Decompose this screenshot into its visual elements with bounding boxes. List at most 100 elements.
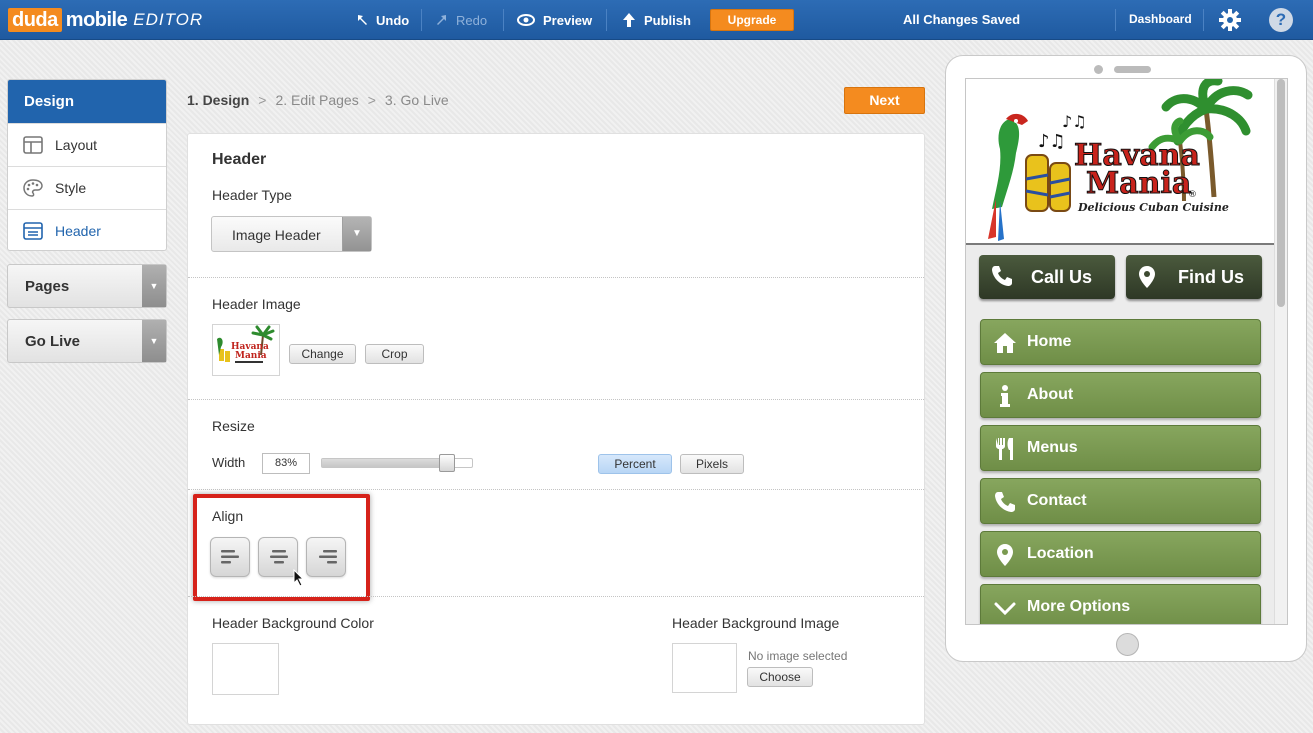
svg-text:Mania: Mania <box>235 351 267 361</box>
publish-label: Publish <box>644 12 691 28</box>
bg-image-label: Header Background Image <box>672 615 840 631</box>
svg-text:♪♫: ♪♫ <box>1062 112 1087 131</box>
mobile-preview-screen[interactable]: ♪♫ ♪♫ Havana Mania ® Delicious Cuban Cui… <box>965 78 1288 625</box>
phone-speaker <box>1114 66 1151 73</box>
gear-icon[interactable] <box>1218 8 1242 32</box>
chevron-down-icon <box>994 602 1016 616</box>
redo-label: Redo <box>456 12 488 28</box>
undo-label: Undo <box>376 12 410 28</box>
phone-home-button[interactable] <box>1116 633 1139 656</box>
sidebar-item-label: Layout <box>55 137 98 153</box>
section-divider <box>188 277 924 278</box>
step-go-live[interactable]: 3. Go Live <box>385 92 449 108</box>
location-pin-icon <box>997 544 1013 566</box>
menu-item-label: More Options <box>1027 598 1131 615</box>
location-pin-icon <box>1139 266 1155 288</box>
header-type-value: Image Header <box>232 227 321 243</box>
sidebar-item-label: Style <box>55 180 87 196</box>
home-icon <box>994 333 1016 353</box>
redo-button[interactable]: Redo <box>436 0 487 40</box>
logo-mobile-text: mobile <box>65 8 128 31</box>
section-divider <box>188 399 924 400</box>
svg-text:®: ® <box>1188 190 1197 200</box>
logo-editor-text: EDITOR <box>133 10 204 29</box>
phone-icon <box>995 492 1015 512</box>
dashboard-link[interactable]: Dashboard <box>1129 12 1192 26</box>
design-panel: Design Layout Style Header <box>7 79 167 251</box>
header-type-label: Header Type <box>212 187 292 203</box>
preview-menu-home[interactable]: Home <box>980 319 1261 365</box>
slider-handle[interactable] <box>438 454 455 472</box>
step-separator: > <box>367 92 376 108</box>
preview-scrollbar[interactable] <box>1274 79 1287 624</box>
havana-mania-logo-thumb-icon: Havana Mania <box>217 325 275 363</box>
header-image-thumbnail: Havana Mania <box>212 324 280 376</box>
toolbar-divider <box>421 9 422 31</box>
chevron-down-icon[interactable]: ▼ <box>142 265 166 307</box>
step-edit-pages[interactable]: 2. Edit Pages <box>275 92 358 108</box>
header-type-select[interactable]: Image Header ▼ <box>211 216 372 252</box>
section-divider <box>188 489 924 490</box>
bg-color-swatch[interactable] <box>212 643 279 695</box>
mobile-preview-frame: ♪♫ ♪♫ Havana Mania ® Delicious Cuban Cui… <box>945 55 1307 662</box>
width-input[interactable]: 83% <box>262 453 310 474</box>
help-button[interactable]: ? <box>1269 8 1293 32</box>
pages-tab[interactable]: Pages ▼ <box>7 264 167 308</box>
find-us-label: Find Us <box>1178 267 1244 287</box>
design-tab[interactable]: Design <box>8 80 166 123</box>
havana-mania-logo-icon: ♪♫ ♪♫ Havana Mania ® Delicious Cuban Cui… <box>988 79 1253 241</box>
preview-header-image[interactable]: ♪♫ ♪♫ Havana Mania ® Delicious Cuban Cui… <box>966 79 1275 245</box>
menu-item-label: Location <box>1027 545 1094 562</box>
preview-menu-location[interactable]: Location <box>980 531 1261 577</box>
header-image-label: Header Image <box>212 296 301 312</box>
go-live-tab[interactable]: Go Live ▼ <box>7 319 167 363</box>
sidebar-item-style[interactable]: Style <box>8 166 166 209</box>
choose-image-button[interactable]: Choose <box>747 667 813 687</box>
duda-mobile-logo[interactable]: duda mobile EDITOR <box>8 8 203 32</box>
header-icon <box>23 222 43 240</box>
upgrade-button[interactable]: Upgrade <box>710 9 794 31</box>
preview-label: Preview <box>543 12 593 28</box>
undo-button[interactable]: Undo <box>356 0 409 40</box>
sidebar-item-layout[interactable]: Layout <box>8 123 166 166</box>
next-button[interactable]: Next <box>844 87 925 114</box>
phone-icon <box>992 266 1012 286</box>
preview-logo-title-2: Mania <box>1086 166 1191 201</box>
logo-duda-text: duda <box>8 8 62 32</box>
chevron-down-icon[interactable]: ▼ <box>142 320 166 362</box>
pages-label: Pages <box>25 278 70 295</box>
preview-menu-menus[interactable]: Menus <box>980 425 1261 471</box>
width-slider[interactable] <box>321 454 473 472</box>
preview-menu-contact[interactable]: Contact <box>980 478 1261 524</box>
menu-item-label: Menus <box>1027 439 1078 456</box>
toolbar-divider <box>503 9 504 31</box>
toolbar-divider <box>1115 9 1116 31</box>
panel-title: Header <box>212 151 267 168</box>
menu-item-label: About <box>1027 386 1074 403</box>
publish-button[interactable]: Publish <box>622 0 691 40</box>
percent-toggle[interactable]: Percent <box>598 454 672 474</box>
slider-fill <box>322 459 447 467</box>
chevron-down-icon: ▼ <box>342 217 371 251</box>
bg-image-preview <box>672 643 737 693</box>
change-image-button[interactable]: Change <box>289 344 356 364</box>
phone-camera <box>1094 65 1103 74</box>
preview-button[interactable]: Preview <box>517 0 592 40</box>
pixels-toggle[interactable]: Pixels <box>680 454 744 474</box>
no-image-text: No image selected <box>748 649 848 663</box>
resize-label: Resize <box>212 418 255 434</box>
palette-icon <box>23 179 43 197</box>
crop-image-button[interactable]: Crop <box>365 344 424 364</box>
menu-item-label: Home <box>1027 333 1072 350</box>
call-us-button[interactable]: Call Us <box>979 255 1115 299</box>
sidebar-item-label: Header <box>55 223 101 239</box>
toolbar-divider <box>1203 9 1204 31</box>
go-live-label: Go Live <box>25 333 81 350</box>
preview-menu-more-options[interactable]: More Options <box>980 584 1261 624</box>
find-us-button[interactable]: Find Us <box>1126 255 1262 299</box>
info-icon <box>1000 385 1010 407</box>
sidebar-item-header[interactable]: Header <box>8 209 166 250</box>
step-design[interactable]: 1. Design <box>187 92 249 108</box>
scrollbar-thumb[interactable] <box>1277 79 1285 307</box>
preview-menu-about[interactable]: About <box>980 372 1261 418</box>
